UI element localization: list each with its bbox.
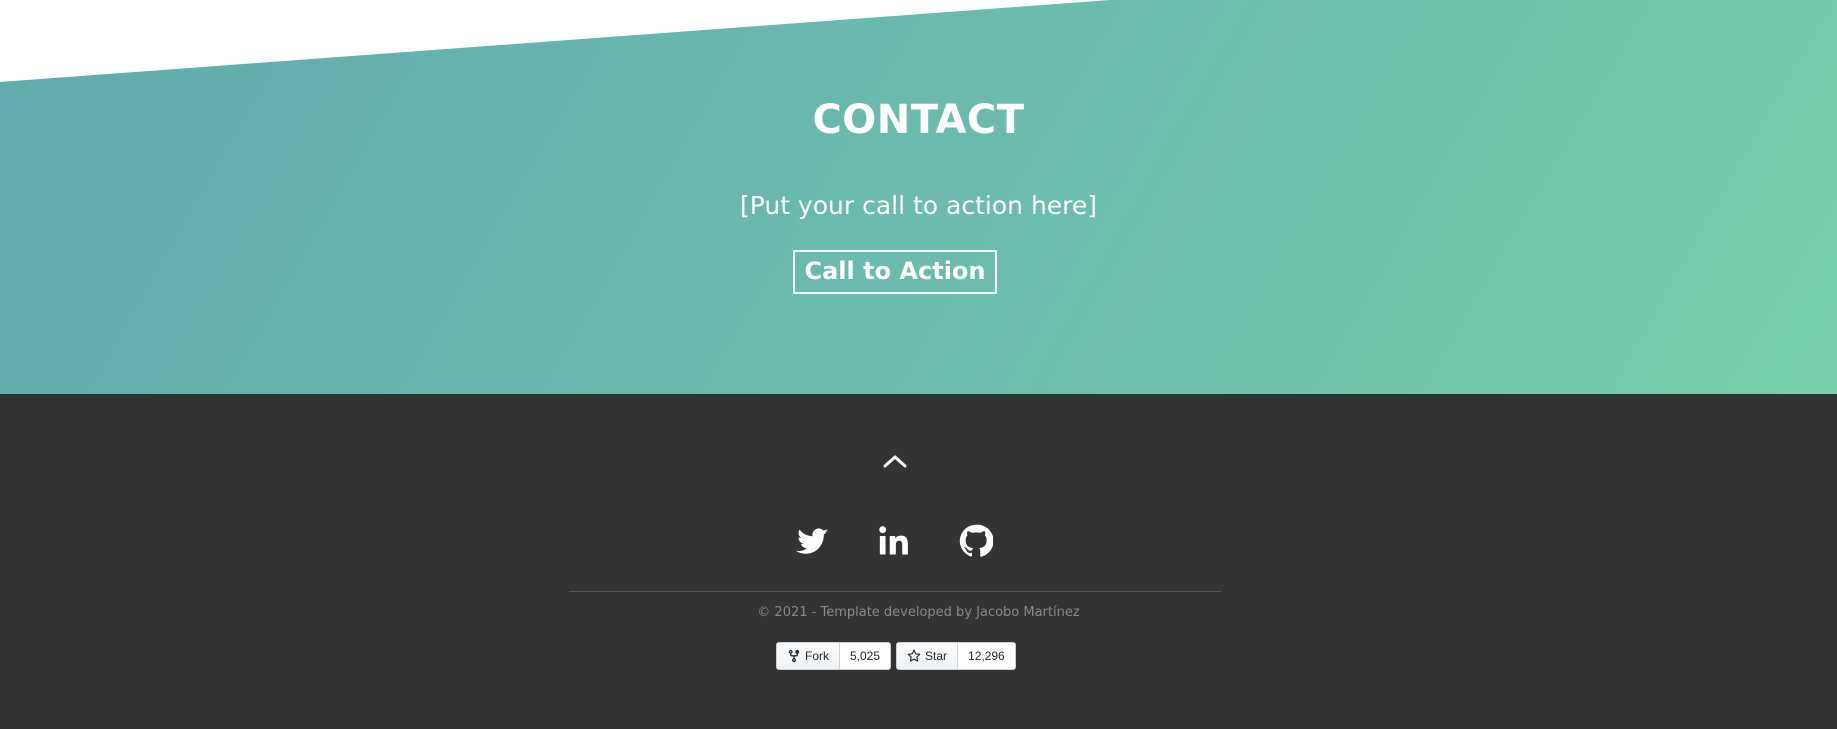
- star-button-main[interactable]: Star: [897, 643, 959, 669]
- github-fork-button[interactable]: Fork 5,025: [776, 642, 892, 670]
- copyright-text: © 2021 - Template developed by Jacobo Ma…: [757, 605, 1080, 620]
- contact-title: CONTACT: [812, 97, 1025, 143]
- github-icon: [959, 524, 993, 557]
- call-to-action-button[interactable]: Call to Action: [793, 250, 997, 294]
- twitter-link[interactable]: [795, 524, 829, 558]
- fork-label: Fork: [805, 649, 829, 663]
- contact-subtitle: [Put your call to action here]: [739, 191, 1098, 220]
- star-label: Star: [925, 649, 948, 663]
- fork-icon: [788, 649, 800, 663]
- linkedin-icon: [879, 526, 908, 555]
- star-count[interactable]: 12,296: [958, 643, 1015, 669]
- star-icon: [907, 649, 921, 662]
- github-star-button[interactable]: Star 12,296: [896, 642, 1016, 670]
- github-link[interactable]: [959, 524, 993, 558]
- chevron-up-icon: [883, 455, 907, 468]
- footer: © 2021 - Template developed by Jacobo Ma…: [0, 394, 1837, 729]
- fork-count[interactable]: 5,025: [840, 643, 891, 669]
- footer-divider: [569, 591, 1221, 592]
- twitter-icon: [795, 528, 829, 554]
- back-to-top-button[interactable]: [882, 451, 908, 471]
- fork-button-main[interactable]: Fork: [777, 643, 840, 669]
- linkedin-link[interactable]: [877, 524, 911, 558]
